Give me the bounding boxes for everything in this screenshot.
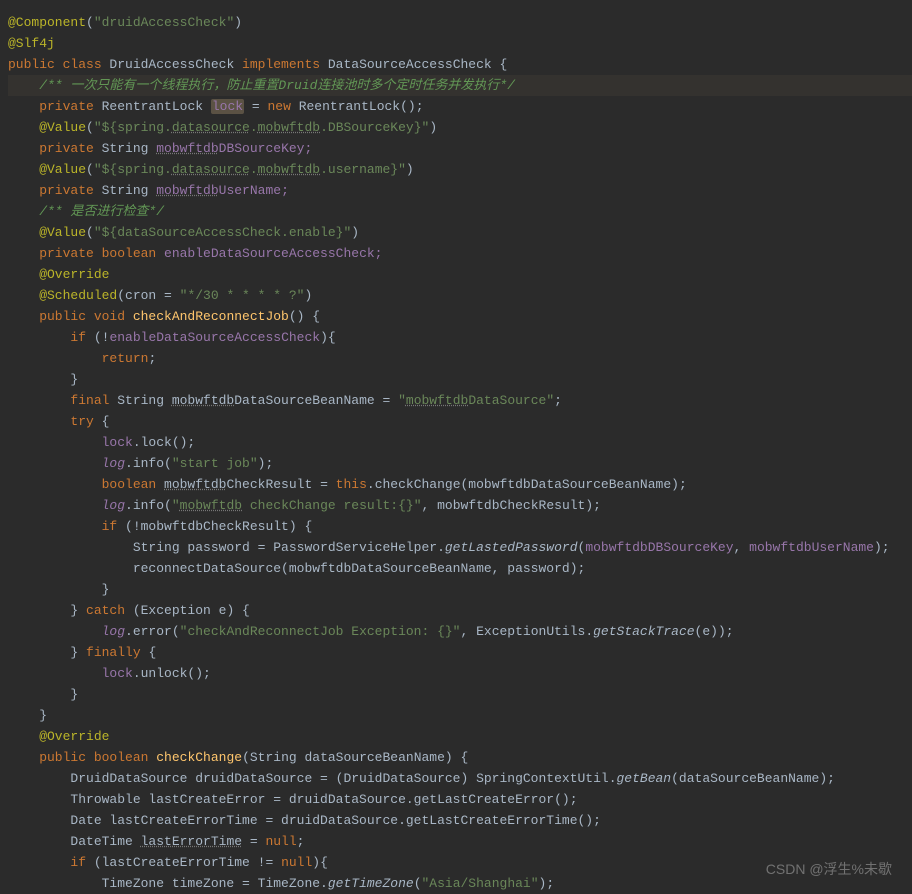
method-checkAndReconnectJob: checkAndReconnectJob: [133, 309, 289, 324]
annotation: @Component: [8, 15, 86, 30]
method-checkChange: checkChange: [156, 750, 242, 765]
field-lock: lock: [211, 99, 244, 114]
annotation: @Slf4j: [8, 36, 55, 51]
code-block: @Component("druidAccessCheck") @Slf4j pu…: [0, 0, 912, 894]
watermark: CSDN @浮生%未歇: [766, 859, 892, 880]
